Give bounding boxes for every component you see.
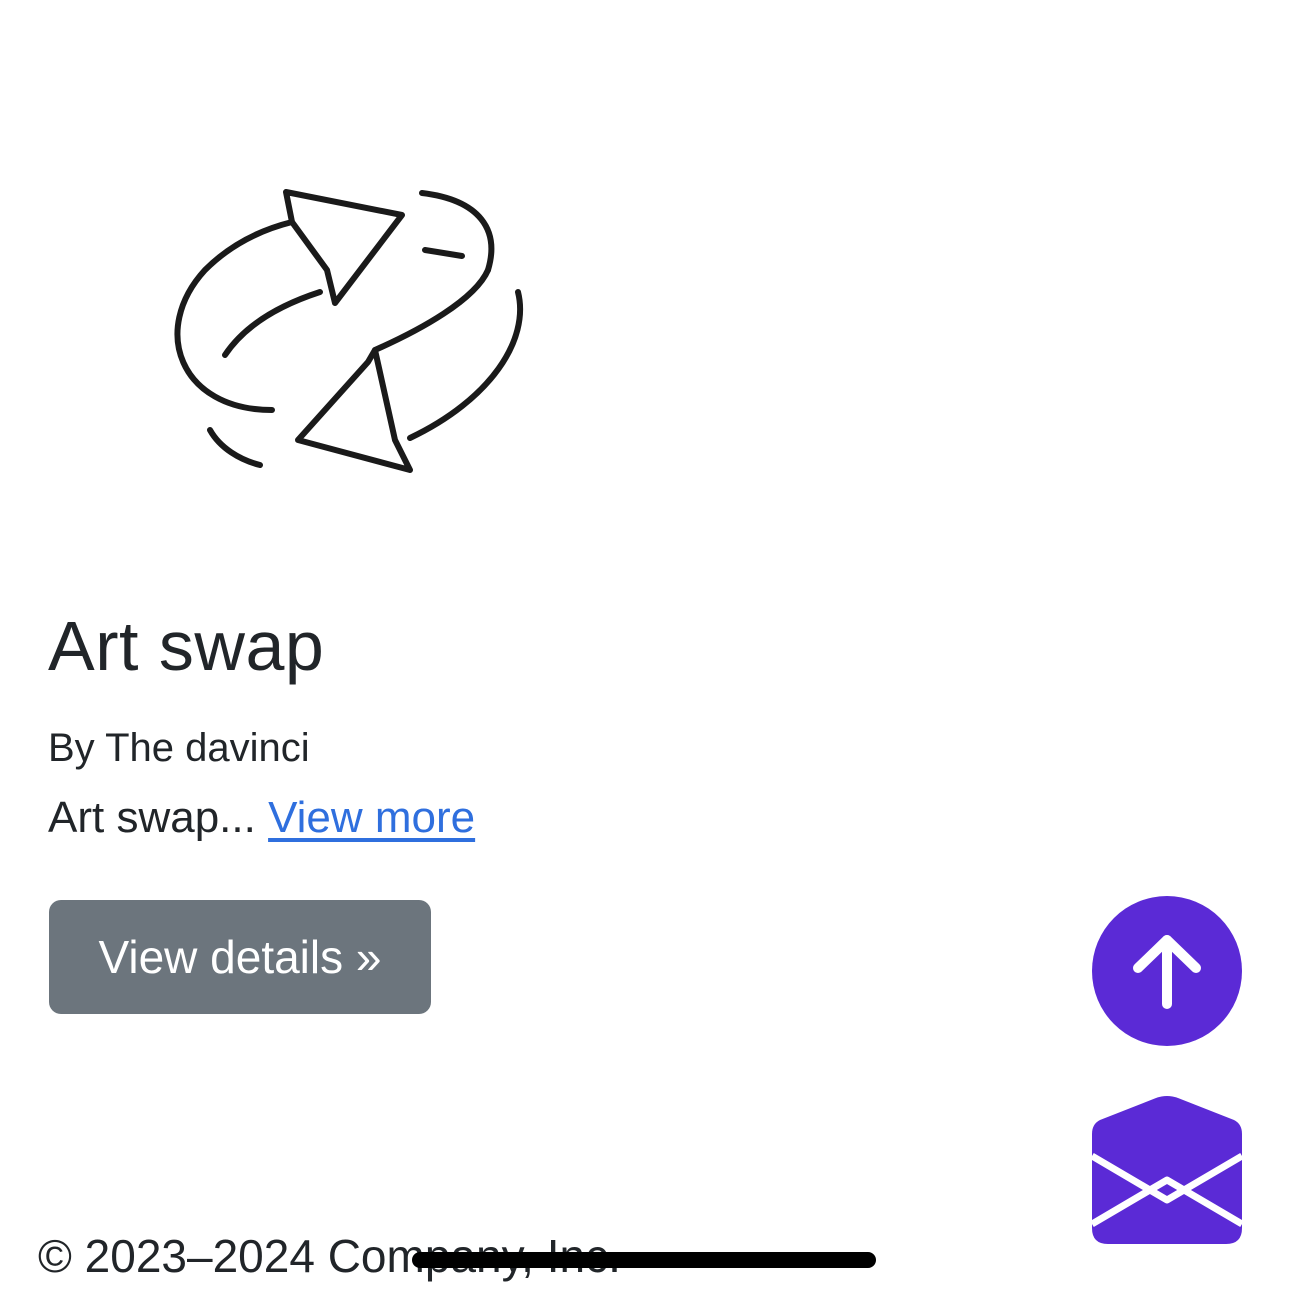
card-description: Art swap... View more	[48, 792, 475, 844]
envelope-open-icon	[1092, 1096, 1242, 1244]
home-indicator	[412, 1252, 876, 1268]
view-details-button[interactable]: View details »	[49, 900, 431, 1014]
scroll-to-top-button[interactable]	[1092, 896, 1242, 1046]
arrow-up-icon	[1133, 935, 1201, 1009]
card-image	[30, 0, 670, 600]
card-author: By The davinci	[48, 726, 310, 770]
card-description-text: Art swap...	[48, 793, 256, 842]
contact-button[interactable]	[1092, 1094, 1242, 1244]
view-more-link[interactable]: View more	[268, 793, 475, 842]
card-title: Art swap	[48, 607, 325, 685]
swap-arrows-icon	[174, 189, 524, 473]
